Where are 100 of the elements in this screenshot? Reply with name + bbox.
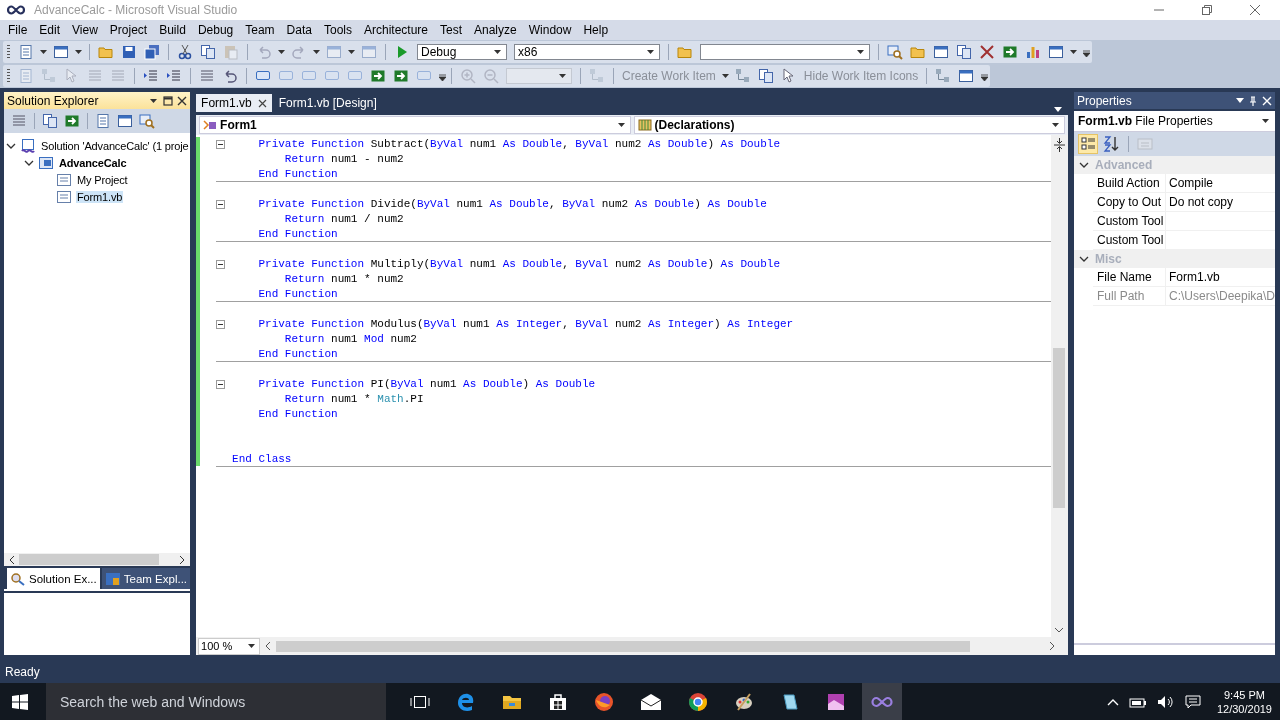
close-icon[interactable]	[1249, 4, 1261, 16]
sort-alphabetical-icon[interactable]	[1102, 135, 1121, 153]
console-icon[interactable]	[1048, 44, 1064, 60]
scroll-left-icon[interactable]	[264, 642, 273, 650]
clock-time[interactable]: 9:45 PM	[1224, 687, 1265, 702]
overflow-icon[interactable]	[981, 71, 989, 81]
menu-item[interactable]: Analyze	[468, 23, 523, 37]
scrollbar-thumb[interactable]	[19, 554, 159, 565]
collapse-icon[interactable]	[216, 380, 226, 389]
configuration-dropdown[interactable]: Debug	[417, 44, 507, 60]
caret-icon[interactable]	[248, 644, 256, 648]
class-dropdown[interactable]: Form1	[199, 116, 631, 134]
clock-date[interactable]: 12/30/2019	[1216, 701, 1272, 716]
view-code-icon[interactable]	[95, 113, 111, 129]
zoom-dropdown[interactable]: 100 %	[198, 637, 261, 655]
expander-icon[interactable]	[1078, 254, 1089, 264]
caret-icon[interactable]	[40, 50, 47, 54]
caret-icon[interactable]	[857, 50, 864, 54]
message-icon[interactable]	[1184, 694, 1201, 709]
new-project-icon[interactable]	[18, 44, 34, 60]
chart-icon[interactable]	[1025, 44, 1041, 60]
caret-icon[interactable]	[721, 74, 729, 78]
tree-icon[interactable]	[935, 68, 952, 84]
show-all-files-icon[interactable]	[42, 113, 58, 129]
expander-icon[interactable]	[1078, 160, 1089, 170]
find-dropdown[interactable]	[700, 44, 870, 60]
menu-item[interactable]: Build	[153, 23, 192, 37]
scissors-icon[interactable]	[177, 44, 193, 60]
chevron-up-icon[interactable]	[1106, 697, 1119, 706]
menu-item[interactable]: View	[66, 23, 104, 37]
tree-item[interactable]: Form1.vb	[76, 190, 124, 203]
refresh-icon[interactable]	[64, 113, 80, 129]
menu-item[interactable]: File	[2, 23, 34, 37]
member-dropdown[interactable]: (Declarations)	[633, 116, 1065, 134]
media-icon[interactable]	[826, 691, 846, 712]
search-field[interactable]: Search the web and Windows	[46, 683, 386, 720]
platform-dropdown[interactable]: x86	[514, 44, 660, 60]
floppy-disks-icon[interactable]	[144, 44, 160, 60]
collapse-icon[interactable]	[216, 320, 226, 329]
menu-item[interactable]: Tools	[317, 23, 358, 37]
scrollbar-thumb[interactable]	[276, 640, 970, 652]
collapse-icon[interactable]	[216, 260, 226, 269]
bookmark-icon[interactable]	[393, 68, 409, 84]
battery-icon[interactable]	[1128, 695, 1147, 708]
fox-browser-icon[interactable]	[594, 691, 614, 712]
property-value[interactable]: Do not copy	[1168, 195, 1233, 209]
indent-icon[interactable]	[166, 68, 182, 84]
restore-icon[interactable]	[1201, 4, 1213, 16]
maximize-icon[interactable]	[163, 95, 174, 106]
collapse-icon[interactable]	[216, 200, 226, 209]
caret-icon[interactable]	[1262, 119, 1269, 123]
pages-icon[interactable]	[956, 44, 972, 60]
magnifier-icon[interactable]	[887, 44, 903, 60]
pin-icon[interactable]	[1248, 95, 1258, 106]
caret-icon[interactable]	[75, 50, 82, 54]
menu-item[interactable]: Help	[577, 23, 615, 37]
outdent-icon[interactable]	[143, 68, 159, 84]
caret-icon[interactable]	[150, 98, 158, 103]
caret-icon[interactable]	[313, 50, 320, 54]
round-browser-icon[interactable]	[688, 691, 708, 712]
undo-icon[interactable]	[222, 68, 238, 84]
overflow-icon[interactable]	[439, 71, 446, 81]
task-view-icon[interactable]	[410, 693, 430, 710]
notepad-icon[interactable]	[780, 691, 800, 712]
add-window-icon[interactable]	[53, 44, 69, 60]
caret-icon[interactable]	[617, 123, 625, 127]
tab-list-icon[interactable]	[1053, 107, 1062, 112]
document-tab[interactable]: Form1.vb [Design]	[273, 94, 382, 112]
caret-icon[interactable]	[348, 50, 355, 54]
scroll-down-icon[interactable]	[1055, 626, 1064, 634]
scroll-right-icon[interactable]	[1047, 642, 1056, 650]
caret-icon[interactable]	[1052, 123, 1059, 127]
search-input[interactable]: Search the web and Windows	[46, 692, 382, 711]
caret-icon[interactable]	[559, 74, 566, 78]
property-value[interactable]: Form1.vb	[1168, 270, 1220, 284]
copy-icon[interactable]	[200, 44, 216, 60]
link-icon[interactable]	[734, 68, 751, 84]
scroll-right-icon[interactable]	[178, 555, 187, 564]
menu-item[interactable]: Debug	[191, 23, 240, 37]
caret-icon[interactable]	[278, 50, 285, 54]
tree-item[interactable]: My Project	[76, 173, 129, 186]
menu-item[interactable]: Edit	[33, 23, 67, 37]
property-value[interactable]: Compile	[1168, 176, 1213, 190]
envelope-icon[interactable]	[640, 692, 662, 711]
paint-palette-icon[interactable]	[734, 691, 754, 712]
shopping-bag-icon[interactable]	[548, 691, 568, 712]
overflow-icon[interactable]	[1083, 47, 1090, 57]
class-view-icon[interactable]	[139, 113, 155, 129]
windows-start-icon[interactable]	[12, 693, 28, 710]
view-designer-icon[interactable]	[117, 113, 133, 129]
menu-item[interactable]: Project	[103, 23, 154, 37]
categorized-icon[interactable]	[1078, 135, 1097, 153]
tree-item[interactable]: Solution 'AdvanceCalc' (1 proje	[40, 139, 190, 152]
scrollbar-thumb[interactable]	[1053, 348, 1066, 508]
caret-icon[interactable]	[1070, 50, 1077, 54]
caret-icon[interactable]	[647, 50, 654, 54]
dropdown-icon[interactable]	[1236, 98, 1244, 103]
infinity-app-icon[interactable]	[871, 695, 893, 708]
bookmark-icon[interactable]	[370, 68, 386, 84]
close-icon[interactable]	[177, 95, 188, 106]
